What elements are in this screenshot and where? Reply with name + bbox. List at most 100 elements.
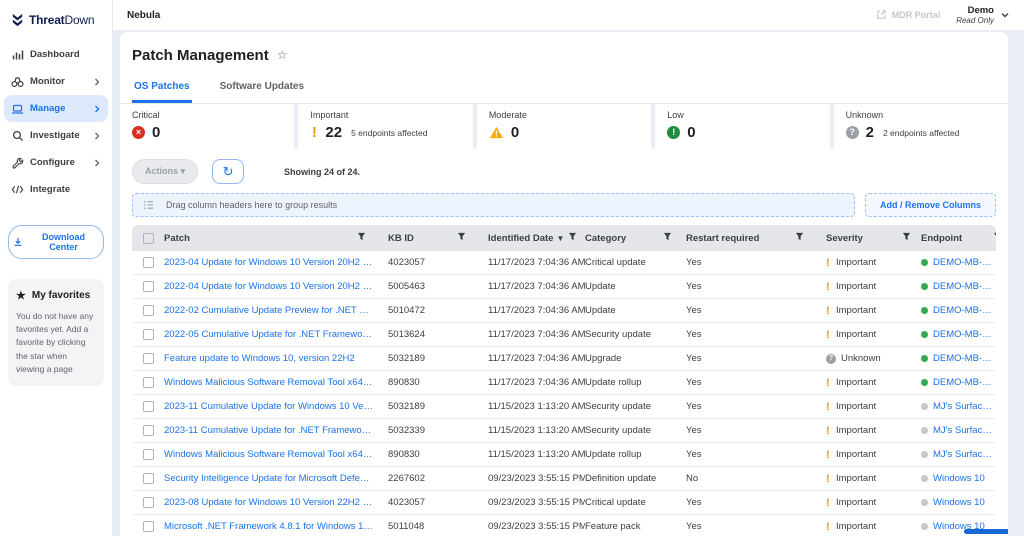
endpoint-link[interactable]: DEMO-MB-OKTA (933, 377, 996, 388)
warning-triangle-icon (489, 126, 504, 139)
endpoint-link[interactable]: MJ's Surfacebook (933, 449, 996, 460)
column-header-identified-date[interactable]: Identified Date ▼ (488, 233, 564, 244)
account-menu[interactable]: Demo Read Only (956, 5, 1010, 26)
sidebar-item-investigate[interactable]: Investigate (4, 122, 108, 149)
showing-count: Showing 24 of 24. (284, 166, 361, 177)
group-drop-zone[interactable]: Drag column headers here to group result… (132, 193, 855, 217)
filter-icon[interactable] (357, 232, 366, 244)
summary-value: 0 (152, 124, 161, 141)
category-cell: Upgrade (585, 353, 622, 364)
filter-icon[interactable] (795, 232, 804, 244)
column-header-patch[interactable]: Patch (164, 233, 190, 244)
endpoint-link[interactable]: DEMO-MB-OKTA (933, 305, 996, 316)
download-center-button[interactable]: Download Center (8, 225, 104, 259)
threatdown-logo[interactable]: ThreatDown (0, 0, 112, 37)
table-row: 2022-02 Cumulative Update Preview for .N… (132, 299, 996, 323)
patch-link[interactable]: 2023-11 Cumulative Update for .NET Frame… (164, 425, 374, 436)
patch-link[interactable]: 2023-08 Update for Windows 10 Version 22… (164, 497, 374, 508)
filter-icon[interactable] (902, 232, 911, 244)
severity-cell: ! Important (826, 520, 877, 533)
row-checkbox[interactable] (142, 521, 154, 532)
add-remove-columns-button[interactable]: Add / Remove Columns (864, 193, 996, 217)
row-checkbox[interactable] (142, 257, 154, 268)
tab-os-patches[interactable]: OS Patches (132, 74, 192, 103)
actions-button[interactable]: Actions ▾ (132, 159, 199, 184)
question-circle-icon: ? (826, 353, 836, 364)
endpoint-link[interactable]: DEMO-MB-OKTA (933, 329, 996, 340)
endpoint-cell: DEMO-MB-OKTA (921, 329, 996, 340)
filter-icon[interactable] (993, 232, 996, 244)
row-checkbox[interactable] (142, 449, 154, 460)
filter-icon[interactable] (568, 232, 577, 244)
patch-link[interactable]: Windows Malicious Software Removal Tool … (164, 377, 374, 388)
kb-id-cell: 2267602 (388, 473, 425, 484)
filter-icon[interactable] (457, 232, 466, 244)
patch-link[interactable]: Feature update to Windows 10, version 22… (164, 353, 374, 364)
sidebar-item-integrate[interactable]: Integrate (4, 176, 108, 203)
patch-link[interactable]: 2022-05 Cumulative Update for .NET Frame… (164, 329, 374, 340)
sidebar-item-dashboard[interactable]: Dashboard (4, 41, 108, 68)
chevron-down-icon (1000, 10, 1010, 20)
endpoint-status-icon (921, 451, 928, 458)
select-all-checkbox[interactable] (142, 232, 154, 244)
row-checkbox[interactable] (142, 497, 154, 508)
endpoint-status-icon (921, 427, 928, 434)
refresh-button[interactable]: ↻ (212, 159, 245, 184)
severity-cell: ! Important (826, 304, 877, 317)
row-checkbox[interactable] (142, 473, 154, 484)
endpoint-link[interactable]: DEMO-MB-OKTA (933, 281, 996, 292)
sidebar-item-configure[interactable]: Configure (4, 149, 108, 176)
row-checkbox[interactable] (142, 377, 154, 388)
horizontal-scrollbar-thumb[interactable] (964, 529, 1008, 534)
patch-link[interactable]: 2022-02 Cumulative Update Preview for .N… (164, 305, 374, 316)
table-row: Feature update to Windows 10, version 22… (132, 347, 996, 371)
tab-software-updates[interactable]: Software Updates (218, 74, 306, 103)
patch-link[interactable]: Security Intelligence Update for Microso… (164, 473, 374, 484)
column-header-restart-required[interactable]: Restart required (686, 233, 759, 244)
patch-link[interactable]: 2023-04 Update for Windows 10 Version 20… (164, 257, 374, 268)
table-header-row: Patch KB ID Identified Date ▼ Category Re… (132, 225, 996, 251)
patch-link[interactable]: Microsoft .NET Framework 4.8.1 for Windo… (164, 521, 374, 532)
filter-icon[interactable] (663, 232, 672, 244)
row-checkbox[interactable] (142, 401, 154, 412)
endpoint-link[interactable]: MJ's Surfacebook (933, 401, 996, 412)
restart-required-cell: Yes (686, 377, 702, 388)
table-row: Security Intelligence Update for Microso… (132, 467, 996, 491)
kb-id-cell: 5032189 (388, 401, 425, 412)
endpoint-cell: MJ's Surfacebook (921, 401, 996, 412)
endpoint-link[interactable]: DEMO-MB-OKTA (933, 353, 996, 364)
identified-date-cell: 11/15/2023 1:13:20 AM (488, 449, 585, 460)
row-checkbox[interactable] (142, 281, 154, 292)
category-cell: Update rollup (585, 377, 642, 388)
row-checkbox[interactable] (142, 305, 154, 316)
patch-link[interactable]: Windows Malicious Software Removal Tool … (164, 449, 374, 460)
identified-date-cell: 11/15/2023 1:13:20 AM (488, 425, 585, 436)
severity-cell: ! Important (826, 496, 877, 509)
identified-date-cell: 11/17/2023 7:04:36 AM (488, 257, 585, 268)
row-checkbox[interactable] (142, 353, 154, 364)
endpoint-link[interactable]: Windows 10 (933, 497, 985, 508)
sidebar: ThreatDown Dashboard Monitor Manage Inve… (0, 0, 113, 536)
patch-link[interactable]: 2023-11 Cumulative Update for Windows 10… (164, 401, 374, 412)
column-header-severity[interactable]: Severity (826, 233, 863, 244)
sidebar-item-manage[interactable]: Manage (4, 95, 108, 122)
endpoint-link[interactable]: MJ's Surfacebook (933, 425, 996, 436)
mdr-portal-button[interactable]: MDR Portal (876, 9, 940, 20)
column-header-kb-id[interactable]: KB ID (388, 233, 414, 244)
app-window: ThreatDown Dashboard Monitor Manage Inve… (0, 0, 1024, 536)
endpoint-link[interactable]: Windows 10 (933, 473, 985, 484)
main-content: Patch Management ☆ OS Patches Software Up… (113, 30, 1024, 536)
column-header-endpoint[interactable]: Endpoint (921, 233, 962, 244)
column-header-category[interactable]: Category (585, 233, 626, 244)
row-checkbox[interactable] (142, 329, 154, 340)
sidebar-item-monitor[interactable]: Monitor (4, 68, 108, 95)
patch-link[interactable]: 2022-04 Update for Windows 10 Version 20… (164, 281, 374, 292)
summary-value: 22 (325, 124, 343, 141)
chevron-right-icon (93, 132, 101, 140)
exclamation-icon: ! (826, 376, 830, 389)
table-row: 2023-11 Cumulative Update for .NET Frame… (132, 419, 996, 443)
endpoint-link[interactable]: DEMO-MB-OKTA (933, 257, 996, 268)
row-checkbox[interactable] (142, 425, 154, 436)
favorite-star-icon[interactable]: ☆ (277, 48, 288, 62)
summary-card-moderate: Moderate 0 (476, 104, 652, 149)
